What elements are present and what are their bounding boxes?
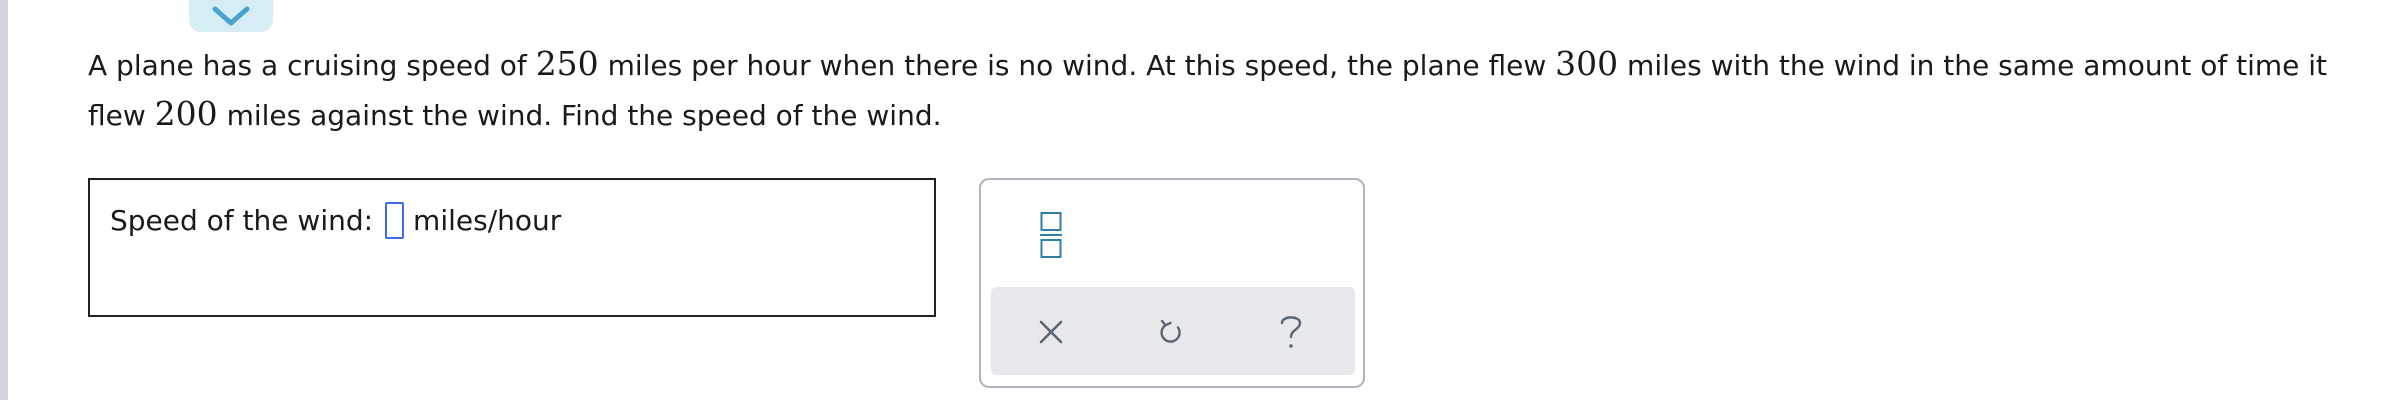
question-mark-icon	[1280, 316, 1302, 348]
left-rail	[0, 0, 8, 400]
answer-label: Speed of the wind:	[110, 204, 374, 237]
fraction-template-icon	[1040, 212, 1062, 258]
question-part: miles per hour when there is no wind. At…	[598, 49, 1556, 82]
answer-unit: miles/hour	[413, 204, 562, 237]
with-wind-distance-value: 300	[1555, 44, 1619, 83]
question-text: A plane has a cruising speed of 250 mile…	[88, 40, 2358, 140]
help-button[interactable]	[1268, 309, 1314, 355]
undo-icon	[1160, 319, 1181, 343]
undo-button[interactable]	[1148, 309, 1194, 355]
fraction-button[interactable]	[1031, 205, 1071, 265]
question-part: miles against the wind. Find the speed o…	[217, 99, 942, 132]
clear-button[interactable]	[1028, 309, 1074, 355]
against-wind-distance-value: 200	[154, 94, 218, 133]
answer-box: Speed of the wind: miles/hour	[88, 178, 936, 317]
math-tool-panel	[979, 178, 1365, 388]
chevron-down-icon	[212, 6, 250, 26]
close-icon	[1039, 320, 1063, 344]
tool-action-bar	[991, 287, 1355, 375]
question-part: A plane has a cruising speed of	[88, 49, 536, 82]
collapse-toggle[interactable]	[189, 0, 273, 32]
answer-line: Speed of the wind: miles/hour	[110, 202, 561, 239]
wind-speed-input[interactable]	[385, 202, 405, 239]
cruising-speed-value: 250	[535, 44, 599, 83]
